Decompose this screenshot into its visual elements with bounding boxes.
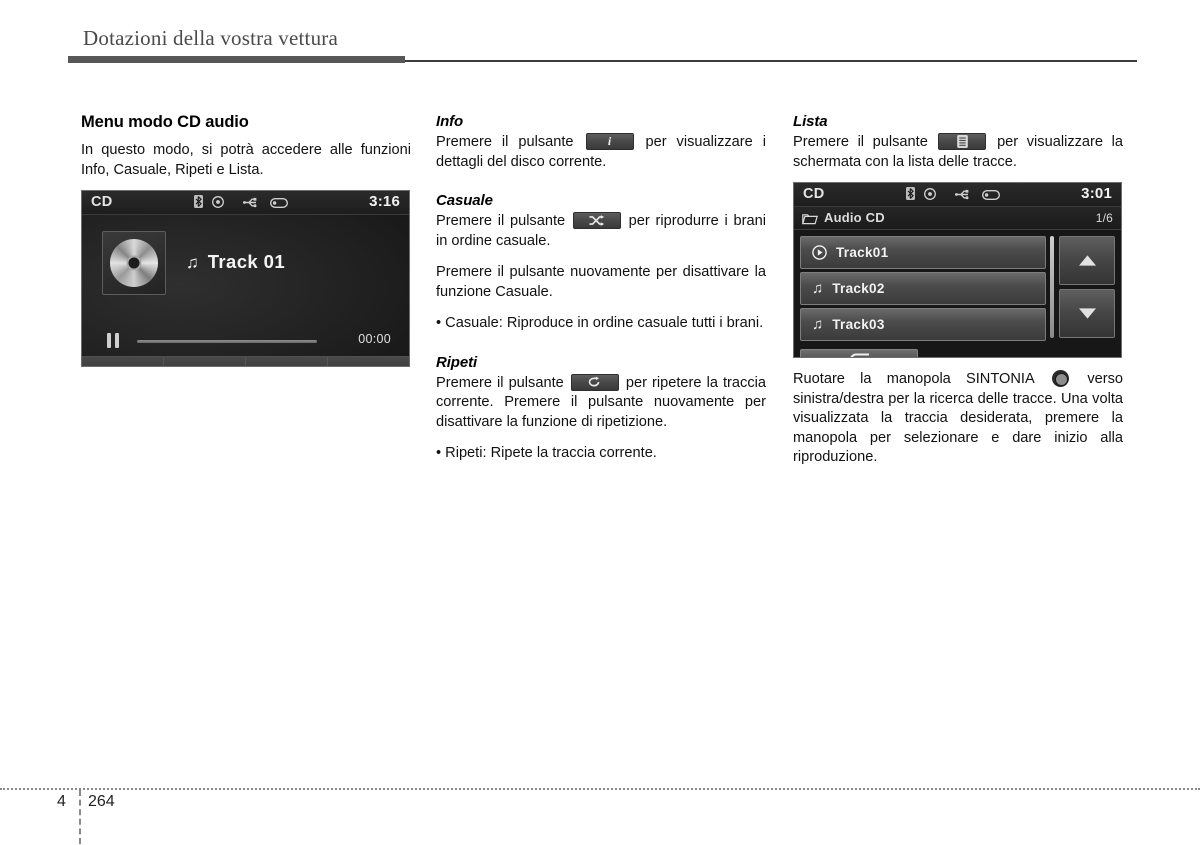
device-icon (981, 187, 1001, 205)
status-clock: 3:16 (369, 193, 400, 210)
current-track-label: Track 01 (207, 251, 286, 272)
list-chip-icon (938, 133, 987, 150)
back-arrow-icon (847, 352, 871, 357)
scrollbar[interactable] (1050, 236, 1054, 338)
track-list-body: Audio CD 1/6 Track01 ♫ Track02 ♫ Track03 (794, 207, 1121, 357)
footer-vertical-divider (79, 790, 81, 844)
list-item[interactable]: ♫ Track03 (800, 308, 1046, 341)
device-button-bar: i (82, 356, 409, 366)
cd-now-playing-screenshot: CD 3:16 ♫ Track 01 00:00 (81, 190, 410, 367)
subsection-title-ripeti: Ripeti (436, 353, 478, 371)
scroll-down-arrow[interactable] (1059, 289, 1115, 338)
progress-bar[interactable] (137, 340, 317, 343)
list-status-source-label: CD (803, 186, 825, 202)
track-rows: Track01 ♫ Track02 ♫ Track03 (800, 236, 1046, 344)
info-chip-icon: i (585, 133, 634, 150)
device-status-bar: CD 3:16 (82, 191, 409, 215)
lista-text-before: Premere il pulsante (793, 134, 928, 150)
folder-name: Audio CD (824, 210, 885, 225)
folder-page-count: 1/6 (1095, 211, 1113, 225)
column-left: Menu modo CD audio In questo modo, si po… (81, 113, 411, 367)
knob-text-before: Ruotare la manopola SINTONIA (793, 371, 1034, 387)
column-right: Lista Premere il pulsante per visualizza… (793, 113, 1123, 468)
note-icon: ♫ (812, 280, 824, 297)
now-playing-body: ♫ Track 01 00:00 i (82, 215, 409, 366)
shuffle-chip-icon (572, 212, 621, 229)
device-list-button[interactable] (328, 357, 409, 366)
scroll-arrow-group (1059, 236, 1115, 342)
repeat-chip-icon (570, 373, 619, 391)
back-button[interactable] (800, 349, 918, 357)
list-item[interactable]: ♫ Track02 (800, 272, 1046, 305)
subsection-title-lista: Lista (793, 113, 828, 130)
list-status-icon-group (906, 187, 1001, 205)
page-title: Dotazioni della vostra vettura (83, 26, 338, 50)
casuale-text-before: Premere il pulsante (436, 213, 566, 229)
device-shuffle-button[interactable] (164, 357, 246, 366)
music-note-icon: ♫ (186, 252, 199, 272)
usb-icon (243, 195, 260, 213)
list-status-bar: CD 3:01 (794, 183, 1121, 207)
scroll-up-arrow[interactable] (1059, 236, 1115, 285)
note-icon: ♫ (812, 316, 824, 333)
usb-icon (955, 187, 972, 205)
section-title-cd-menu: Menu modo CD audio (81, 113, 249, 131)
knob-paragraph: Ruotare la manopola SINTONIA verso sinis… (793, 370, 1123, 468)
header-rule-thin (405, 60, 1137, 62)
disc-icon (212, 195, 224, 213)
tune-knob-icon (1052, 370, 1070, 387)
elapsed-time: 00:00 (358, 332, 391, 346)
device-repeat-button[interactable] (246, 357, 328, 366)
album-art (102, 231, 166, 295)
device-info-button[interactable]: i (82, 357, 164, 366)
subsection-title-casuale: Casuale (436, 192, 493, 209)
folder-icon (802, 212, 818, 230)
list-item-label: Track02 (832, 281, 885, 296)
page-header: Dotazioni della vostra vettura (83, 26, 338, 51)
list-status-clock: 3:01 (1081, 185, 1112, 202)
status-icon-group (194, 195, 289, 213)
info-text-before: Premere il pulsante (436, 134, 574, 150)
footer-divider (0, 788, 1200, 790)
current-track: ♫ Track 01 (186, 251, 285, 273)
info-paragraph: Premere il pulsante i per visualizzare i… (436, 133, 766, 172)
list-item-label: Track03 (832, 317, 885, 332)
ripeti-bullet: • Ripeti: Ripete la traccia corrente. (436, 445, 657, 461)
list-item[interactable]: Track01 (800, 236, 1046, 269)
casuale-paragraph-1: Premere il pulsante per riprodurre i bra… (436, 212, 766, 251)
intro-paragraph: In questo modo, si potrà accedere alle f… (81, 142, 411, 178)
folder-bar: Audio CD 1/6 (794, 207, 1121, 230)
pause-icon[interactable] (107, 333, 119, 348)
bluetooth-icon (906, 187, 915, 205)
device-icon (269, 195, 289, 213)
ripeti-text-before: Premere il pulsante (436, 374, 564, 391)
disc-icon (924, 187, 936, 205)
play-circle-icon (812, 245, 827, 260)
casuale-bullet: • Casuale: Riproduce in ordine casuale t… (436, 315, 764, 331)
list-item-label: Track01 (836, 245, 889, 260)
lista-paragraph: Premere il pulsante per visualizzare la … (793, 133, 1123, 172)
casuale-paragraph-2: Premere il pulsante nuovamente per disat… (436, 264, 766, 300)
header-rule-thick (68, 56, 405, 63)
column-middle: Info Premere il pulsante i per visualizz… (436, 113, 766, 464)
subsection-title-info: Info (436, 113, 464, 130)
cd-track-list-screenshot: CD 3:01 Audio CD 1/6 Track01 ♫ Track02 ♫… (793, 182, 1122, 358)
transport-row: 00:00 (82, 330, 409, 352)
footer-chapter-number: 4 (57, 793, 66, 810)
bluetooth-icon (194, 195, 203, 213)
footer-page-number: 264 (88, 793, 115, 810)
ripeti-paragraph: Premere il pulsante per ripetere la trac… (436, 373, 766, 433)
status-source-label: CD (91, 194, 113, 210)
cd-disc-icon (110, 239, 158, 287)
